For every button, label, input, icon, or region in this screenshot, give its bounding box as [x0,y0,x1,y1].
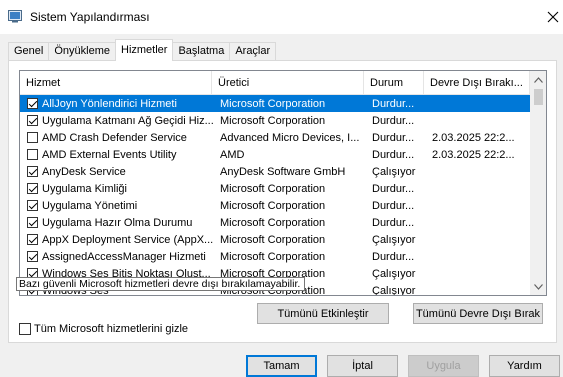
table-row[interactable]: AMD External Events Utility AMD Durdur... 2… [20,146,530,163]
service-name: Uygulama Yönetimi [42,199,138,212]
service-checkbox[interactable] [27,251,38,262]
service-status: Durdur... [372,199,415,212]
column-header-maker[interactable]: Üretici [212,71,364,95]
service-status: Çalışıyor [372,284,416,296]
service-checkbox[interactable] [27,98,38,109]
help-button[interactable]: Yardım [489,355,560,377]
service-maker: Microsoft Corporation [220,216,326,229]
service-maker: Microsoft Corporation [220,233,326,246]
column-header-status[interactable]: Durum [364,71,424,95]
table-row[interactable]: Uygulama Hazır Olma Durumu Microsoft Corp… [20,214,530,231]
scroll-thumb[interactable] [534,89,543,105]
service-checkbox[interactable] [27,217,38,228]
tab-startup[interactable]: Başlatma [172,42,231,61]
disable-all-button[interactable]: Tümünü Devre Dışı Bırak [413,303,543,324]
service-maker: Microsoft Corporation [220,114,326,127]
service-name: AllJoyn Yönlendirici Hizmeti [42,97,177,110]
service-maker: AnyDesk Software GmbH [220,165,346,178]
scroll-down-icon[interactable] [530,278,546,295]
service-status: Durdur... [372,131,415,144]
column-header-disabled-date[interactable]: Devre Dışı Bırakı... [424,71,530,95]
service-checkbox[interactable] [27,149,38,160]
service-disabled-date: 2.03.2025 22:2... [432,131,515,144]
table-row[interactable]: AssignedAccessManager Hizmeti Microsoft C… [20,248,530,265]
service-status: Durdur... [372,182,415,195]
enable-all-button[interactable]: Tümünü Etkinleştir [257,303,389,324]
service-name: AnyDesk Service [42,165,126,178]
tab-general[interactable]: Genel [8,42,50,61]
list-header: Hizmet Üretici Durum Devre Dışı Bırakı..… [20,71,530,95]
ok-label: Tamam [263,360,300,372]
service-maker: Microsoft Corporation [220,182,326,195]
window-title: Sistem Yapılandırması [30,10,150,24]
table-row[interactable]: AllJoyn Yönlendirici Hizmeti Microsoft Co… [20,95,530,112]
vertical-scrollbar[interactable] [530,71,546,295]
table-row[interactable]: AMD Crash Defender Service Advanced Micro… [20,129,530,146]
service-name: Uygulama Katmanı Ağ Geçidi Hiz... [42,114,214,127]
column-header-service[interactable]: Hizmet [20,71,212,95]
service-maker: Microsoft Corporation [220,199,326,212]
hide-microsoft-label: Tüm Microsoft hizmetlerini gizle [34,323,189,335]
service-maker: Microsoft Corporation [220,250,326,263]
service-status: Çalışıyor [372,233,416,246]
service-status: Durdur... [372,114,415,127]
service-status: Durdur... [372,216,415,229]
service-checkbox[interactable] [27,166,38,177]
service-name: AMD Crash Defender Service [42,131,187,144]
apply-button[interactable]: Uygula [408,355,479,377]
service-disabled-date: 2.03.2025 22:2... [432,148,515,161]
service-name: AppX Deployment Service (AppX... [42,233,214,246]
service-name: Uygulama Kimliği [42,182,127,195]
table-row[interactable]: AnyDesk Service AnyDesk Software GmbH Çalı… [20,163,530,180]
tab-boot[interactable]: Önyükleme [48,42,116,61]
tab-tools[interactable]: Araçlar [229,42,277,61]
enable-all-label: Tümünü Etkinleştir [277,307,369,320]
service-checkbox[interactable] [27,200,38,211]
service-maker: Advanced Micro Devices, I... [220,131,360,144]
apply-label: Uygula [426,360,461,372]
close-icon[interactable] [540,4,563,30]
service-rows: AllJoyn Yönlendirici Hizmeti Microsoft Co… [20,95,530,296]
service-name: Uygulama Hazır Olma Durumu [42,216,193,229]
service-checkbox[interactable] [27,234,38,245]
service-maker: AMD [220,148,245,161]
tooltip: Bazı güvenli Microsoft hizmetleri devre … [16,277,305,291]
service-status: Durdur... [372,97,415,110]
tab-strip: Genel Önyükleme Hizmetler Başlatma Araçl… [8,39,277,61]
scroll-up-icon[interactable] [530,71,546,88]
cancel-label: İptal [352,360,373,372]
service-name: AMD External Events Utility [42,148,177,161]
table-row[interactable]: Uygulama Katmanı Ağ Geçidi Hiz... Microso… [20,112,530,129]
service-name: AssignedAccessManager Hizmeti [42,250,206,263]
system-config-icon [8,9,22,23]
service-checkbox[interactable] [27,132,38,143]
service-status: Durdur... [372,250,415,263]
title-bar: Sistem Yapılandırması [0,0,563,34]
ok-button[interactable]: Tamam [246,355,317,377]
hide-microsoft-services[interactable]: Tüm Microsoft hizmetlerini gizle [19,323,188,335]
service-checkbox[interactable] [27,183,38,194]
help-label: Yardım [507,360,542,372]
table-row[interactable]: Uygulama Yönetimi Microsoft Corporation Du… [20,197,530,214]
disable-all-label: Tümünü Devre Dışı Bırak [415,307,541,320]
table-row[interactable]: AppX Deployment Service (AppX... Microsof… [20,231,530,248]
hide-microsoft-checkbox[interactable] [19,323,31,335]
tab-services[interactable]: Hizmetler [115,39,174,61]
service-checkbox[interactable] [27,115,38,126]
service-status: Durdur... [372,148,415,161]
service-maker: Microsoft Corporation [220,97,326,110]
service-status: Çalışıyor [372,267,416,280]
services-list[interactable]: Hizmet Üretici Durum Devre Dışı Bırakı..… [19,70,547,296]
cancel-button[interactable]: İptal [327,355,398,377]
table-row[interactable]: Uygulama Kimliği Microsoft Corporation Dur… [20,180,530,197]
service-status: Çalışıyor [372,165,416,178]
